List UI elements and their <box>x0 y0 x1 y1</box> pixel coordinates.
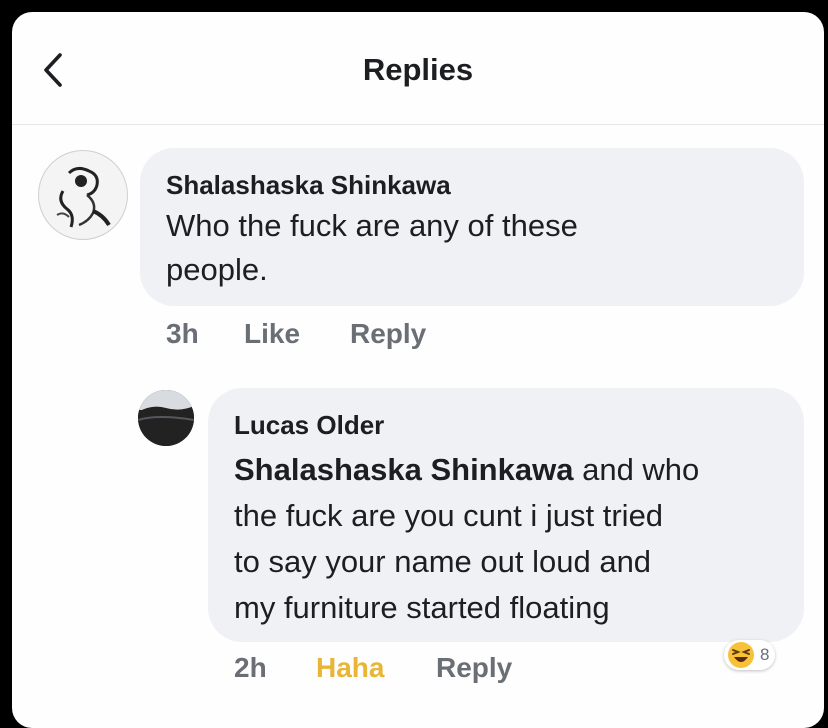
haha-reaction-button[interactable]: Haha <box>316 652 384 684</box>
like-button[interactable]: Like <box>244 318 300 350</box>
comment-time: 3h <box>166 318 199 349</box>
reaction-summary[interactable]: 8 <box>724 640 776 670</box>
comment-author[interactable]: Lucas Older <box>234 410 384 441</box>
comment-text-line: Who the fuck are any of these <box>166 208 578 243</box>
page-title: Replies <box>362 52 474 87</box>
laughing-emoji-icon <box>728 642 754 668</box>
mention-link[interactable]: Shalashaska Shinkawa <box>234 452 573 487</box>
sketch-figure-icon <box>56 166 111 228</box>
comment-text-line: the fuck are you cunt i just tried <box>234 498 664 533</box>
comment-time: 2h <box>234 652 267 683</box>
landscape-photo-icon <box>138 390 194 446</box>
reply-button[interactable]: Reply <box>436 652 512 684</box>
reaction-count: 8 <box>760 645 770 664</box>
avatar[interactable] <box>38 150 128 240</box>
avatar[interactable] <box>138 390 194 446</box>
comment-text-line: people. <box>166 252 268 287</box>
comment-text-fragment: and who <box>573 452 700 487</box>
replies-header: Replies <box>12 12 824 125</box>
reply-button[interactable]: Reply <box>350 318 426 350</box>
comment-text-line: my furniture started floating <box>234 590 610 625</box>
comment-text-line: Shalashaska Shinkawa and who <box>234 452 699 488</box>
replies-panel: Replies Shalashaska Shinkawa Who the fuc… <box>12 12 824 728</box>
comment-text-line: to say your name out loud and <box>234 544 652 579</box>
comment-author[interactable]: Shalashaska Shinkawa <box>166 170 451 201</box>
